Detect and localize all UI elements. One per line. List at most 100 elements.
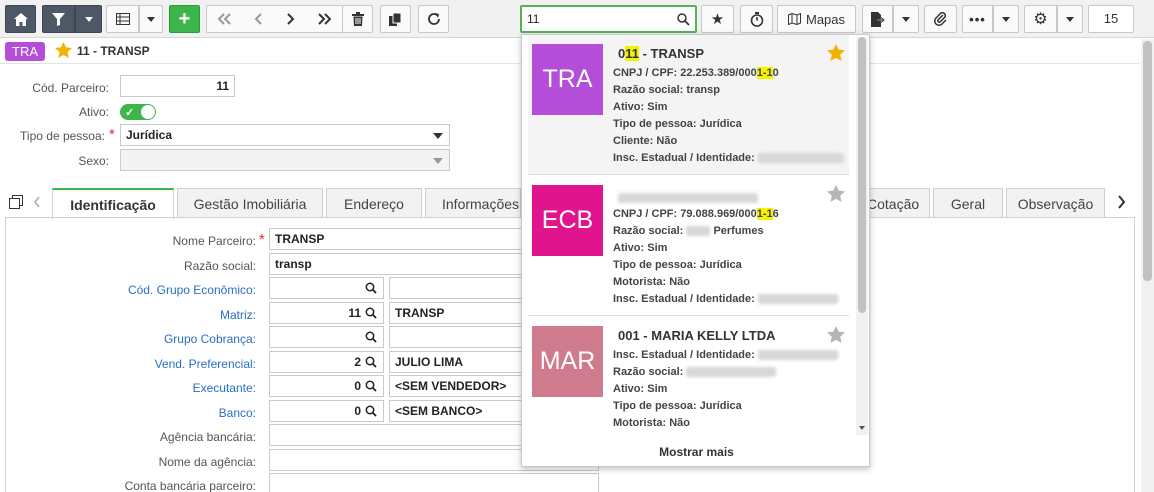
result-line: Ativo: Sim (613, 101, 668, 113)
result-line: Ativo: Sim (613, 383, 668, 395)
star-icon[interactable] (827, 44, 845, 64)
scroll-down-icon[interactable] (859, 419, 865, 433)
search-results-popup: TRA 011 - TRANSP CNPJ / CPF: 22.253.389/… (521, 34, 870, 467)
executante-name-field: <SEM VENDEDOR> (389, 375, 529, 397)
filter-dropdown-button[interactable] (75, 5, 102, 33)
tabs-scroll-right-icon[interactable] (1117, 195, 1126, 212)
copy-icon (389, 12, 402, 26)
banco-code-field[interactable]: 0 (269, 400, 384, 422)
popup-scrollbar-thumb[interactable] (858, 37, 866, 313)
chevron-down-icon (433, 158, 443, 164)
tipo-pessoa-select[interactable]: Jurídica (120, 124, 450, 146)
result-line: Insc. Estadual / Identidade: (613, 152, 844, 164)
tab-gestao-imobiliaria[interactable]: Gestão Imobiliária (177, 188, 323, 218)
executante-code-field[interactable]: 0 (269, 375, 384, 397)
matriz-code-field[interactable]: 11 (269, 302, 384, 324)
tab-cotacao[interactable]: Cotação (866, 188, 930, 218)
paperclip-icon (933, 12, 947, 26)
nome-parceiro-field[interactable]: TRANSP (269, 228, 529, 250)
first-record-icon[interactable] (218, 13, 232, 25)
redacted-text (757, 294, 838, 305)
search-field[interactable]: 11 (520, 5, 697, 33)
last-record-icon[interactable] (317, 13, 331, 25)
result-line: Razão social: Perfumes (613, 225, 764, 237)
search-icon[interactable] (365, 405, 377, 420)
grid-view-button[interactable] (106, 5, 139, 33)
search-icon[interactable] (677, 13, 690, 29)
star-icon: ★ (710, 11, 725, 28)
window-restore-icon[interactable] (9, 195, 23, 212)
result-title: 001 - MARIA KELLY LTDA (618, 328, 776, 343)
result-card[interactable]: MAR 001 - MARIA KELLY LTDA Insc. Estadua… (528, 317, 849, 437)
next-record-icon[interactable] (286, 13, 295, 25)
add-button[interactable]: + (169, 5, 200, 33)
scrollbar-thumb[interactable] (1143, 41, 1152, 281)
agencia-bancaria-label: Agência bancária: (159, 430, 256, 444)
settings-button[interactable]: ⚙ (1024, 5, 1057, 33)
grupo-economico-link[interactable]: Cód. Grupo Econômico: (100, 283, 256, 297)
ativo-toggle[interactable]: ✓ (120, 104, 156, 120)
more-actions-dropdown-button[interactable] (993, 5, 1019, 33)
delete-button[interactable] (342, 5, 373, 33)
search-input[interactable]: 11 (527, 12, 539, 26)
search-icon[interactable] (365, 380, 377, 395)
result-line: Razão social: (613, 366, 777, 378)
matriz-link[interactable]: Matriz: (100, 308, 256, 322)
banco-link[interactable]: Banco: (100, 406, 256, 420)
page-number-field[interactable]: 15 (1088, 5, 1134, 33)
check-icon: ✓ (125, 107, 135, 119)
star-icon[interactable] (827, 185, 845, 205)
grupo-economico-code-field[interactable] (269, 277, 384, 299)
cod-parceiro-field[interactable]: 11 (120, 75, 235, 97)
grid-view-dropdown-button[interactable] (139, 5, 163, 33)
conta-bancaria-field[interactable] (269, 473, 599, 492)
home-button[interactable] (5, 5, 36, 33)
vend-preferencial-link[interactable]: Vend. Preferencial: (100, 357, 256, 371)
refresh-button[interactable] (418, 5, 449, 33)
timer-button[interactable] (740, 5, 773, 33)
vend-preferencial-code-field[interactable]: 2 (269, 351, 384, 373)
attachment-button[interactable] (924, 5, 957, 33)
result-card[interactable]: ECB CNPJ / CPF: 79.088.969/0001-16 Razão… (528, 176, 849, 316)
tab-identificacao[interactable]: Identificação (52, 188, 174, 219)
export-button[interactable] (862, 5, 893, 33)
tab-observacao[interactable]: Observação (1006, 188, 1105, 218)
star-icon[interactable] (827, 326, 845, 346)
page-scrollbar[interactable] (1141, 39, 1154, 492)
search-icon[interactable] (365, 282, 377, 297)
tab-endereco[interactable]: Endereço (326, 188, 422, 218)
result-line: CNPJ / CPF: 22.253.389/0001-10 (613, 67, 779, 79)
chevron-down-icon (84, 16, 93, 22)
filter-icon (52, 12, 65, 26)
copy-button[interactable] (380, 5, 411, 33)
previous-record-icon[interactable] (254, 13, 263, 25)
filter-button[interactable] (42, 5, 75, 33)
razao-social-field[interactable]: transp (269, 253, 529, 275)
grupo-cobranca-link[interactable]: Grupo Cobrança: (100, 332, 256, 346)
result-card[interactable]: TRA 011 - TRANSP CNPJ / CPF: 22.253.389/… (528, 35, 849, 175)
result-title: 011 - TRANSP (618, 46, 704, 61)
chevron-down-icon (1066, 16, 1074, 22)
executante-link[interactable]: Executante: (100, 381, 256, 395)
favorite-button[interactable]: ★ (701, 5, 734, 33)
popup-scrollbar[interactable] (856, 37, 868, 435)
export-dropdown-button[interactable] (893, 5, 919, 33)
tab-geral[interactable]: Geral (933, 188, 1003, 218)
show-more-button[interactable]: Mostrar mais (522, 445, 871, 459)
sexo-select[interactable] (120, 149, 450, 171)
maps-button[interactable]: Mapas (777, 5, 856, 33)
grupo-cobranca-code-field[interactable] (269, 326, 384, 348)
search-icon[interactable] (365, 307, 377, 322)
settings-dropdown-button[interactable] (1057, 5, 1083, 33)
search-icon[interactable] (365, 331, 377, 346)
result-line: Cliente: Não (613, 135, 678, 147)
star-icon[interactable] (55, 42, 72, 61)
main-toolbar: + 11 ★ Mapas ••• ⚙ 15 (0, 0, 1154, 38)
more-actions-button[interactable]: ••• (962, 5, 993, 33)
tab-informacoes[interactable]: Informações (425, 188, 521, 218)
tabs-scroll-left-icon[interactable] (33, 196, 41, 211)
search-icon[interactable] (365, 356, 377, 371)
chevron-down-icon (902, 16, 910, 22)
chevron-down-icon (1002, 16, 1010, 22)
grid-icon (115, 13, 130, 25)
